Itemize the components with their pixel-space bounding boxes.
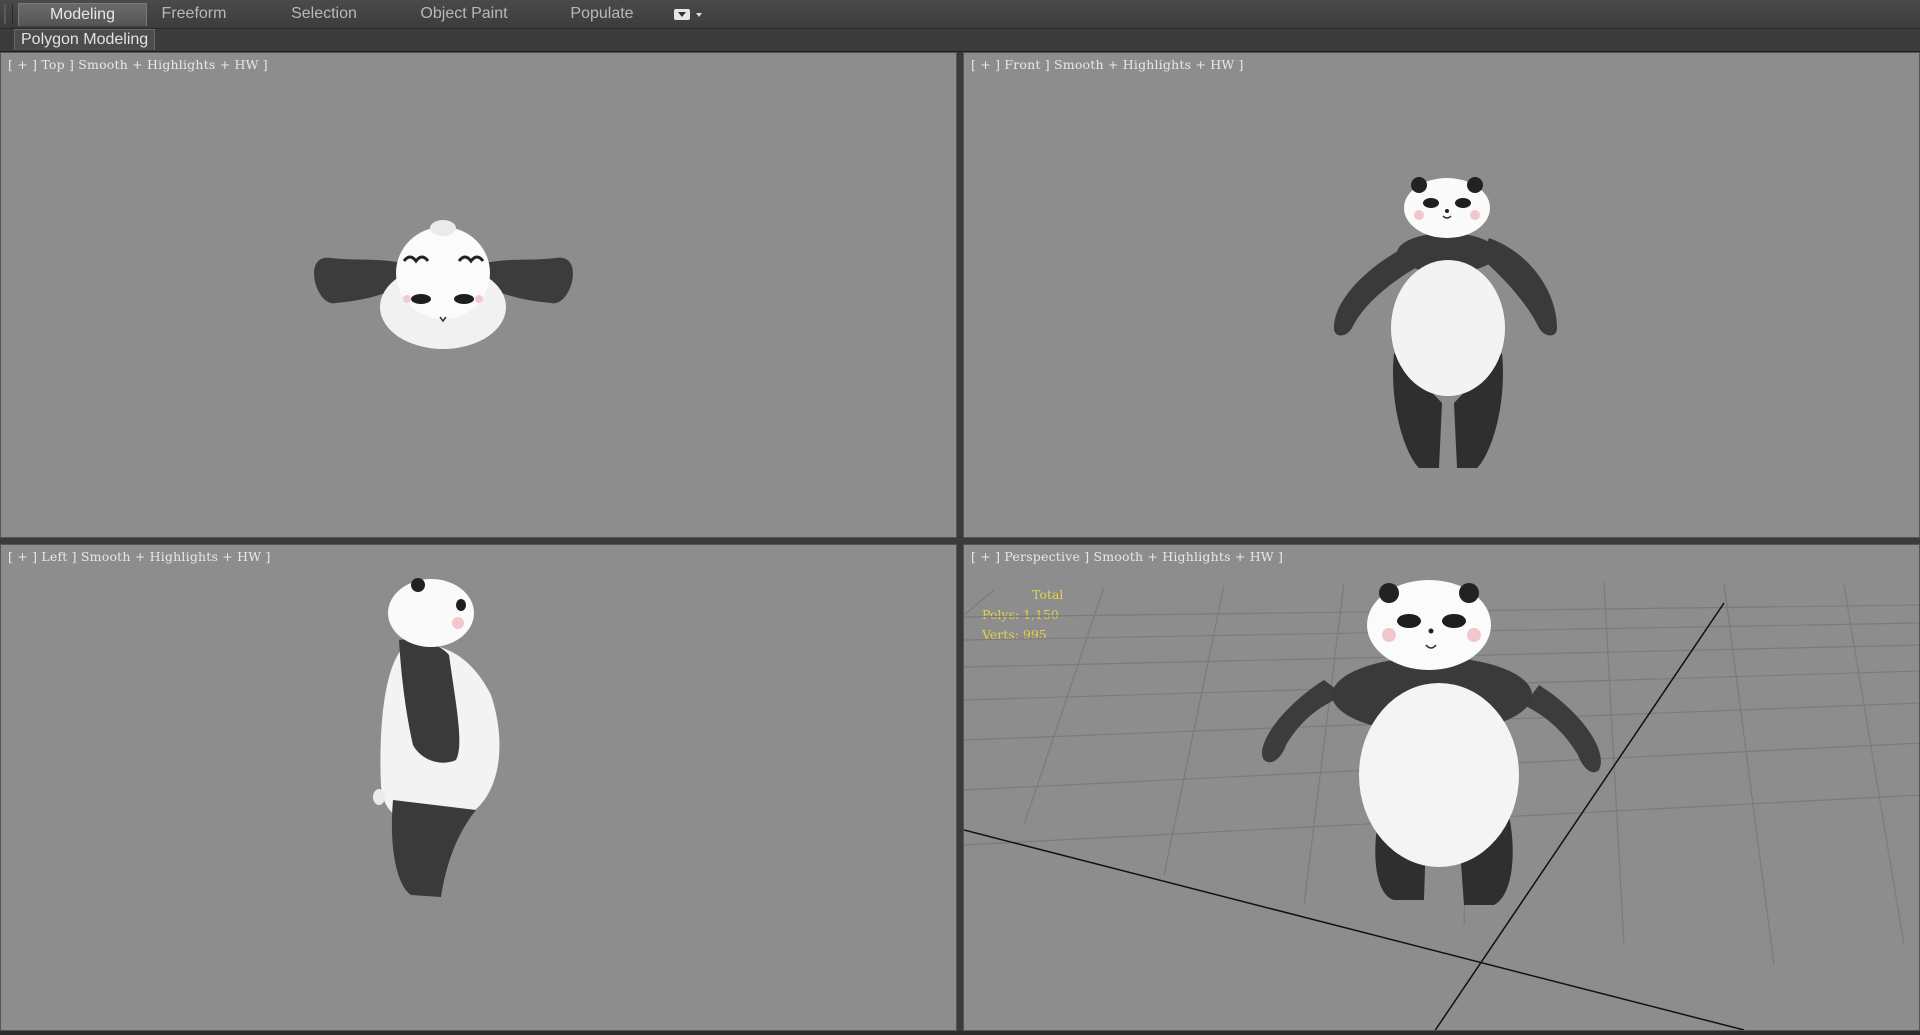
tab-selection[interactable]: Selection <box>278 3 370 25</box>
chevron-down-icon <box>696 13 702 17</box>
viewport-top[interactable]: [ + ] Top ] Smooth + Highlights + HW ] <box>0 52 957 538</box>
tab-object-paint[interactable]: Object Paint <box>408 3 520 25</box>
tab-modeling[interactable]: Modeling <box>18 3 147 26</box>
status-bar-edge <box>0 1031 1920 1035</box>
viewport-perspective[interactable]: [ + ] Perspective ] Smooth + Highlights … <box>963 544 1920 1031</box>
panda-left-view <box>373 578 500 897</box>
tab-freeform[interactable]: Freeform <box>148 3 240 25</box>
ribbon-tab-bar: Modeling Freeform Selection Object Paint… <box>0 0 1920 29</box>
panda-top-view <box>314 220 573 349</box>
perspective-scene <box>964 580 1919 1030</box>
tab-populate[interactable]: Populate <box>556 3 648 25</box>
ribbon-options-dropdown[interactable] <box>674 7 708 23</box>
ribbon-grip-handle[interactable] <box>4 4 13 24</box>
ribbon-options-icon <box>674 9 690 20</box>
viewport-left[interactable]: [ + ] Left ] Smooth + Highlights + HW ] <box>0 544 957 1031</box>
ribbon-panel-bar: Polygon Modeling <box>0 29 1920 52</box>
polygon-modeling-panel-tab[interactable]: Polygon Modeling <box>14 29 156 50</box>
viewport-front[interactable]: [ + ] Front ] Smooth + Highlights + HW ] <box>963 52 1920 538</box>
panda-front-view <box>1334 177 1557 468</box>
